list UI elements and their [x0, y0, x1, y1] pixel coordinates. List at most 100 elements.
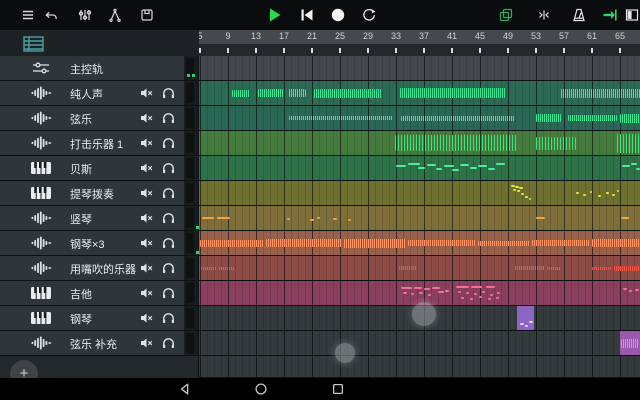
top-toolbar — [0, 0, 640, 30]
waveform-segment[interactable] — [620, 114, 640, 123]
waveform-segment[interactable] — [592, 239, 640, 247]
mute-icon[interactable] — [140, 287, 153, 299]
mute-icon[interactable] — [140, 187, 153, 199]
waveform-segment[interactable] — [614, 266, 640, 271]
mute-icon[interactable] — [140, 312, 153, 324]
waveform-segment[interactable] — [617, 134, 640, 153]
loop-icon[interactable] — [361, 7, 377, 23]
timeline-row[interactable] — [199, 181, 640, 205]
mixer-icon[interactable] — [77, 7, 93, 23]
undo-icon[interactable] — [43, 7, 59, 23]
timeline-row[interactable] — [199, 106, 640, 130]
mute-icon[interactable] — [140, 87, 153, 99]
copy-icon[interactable] — [498, 7, 514, 23]
headphones-icon[interactable] — [162, 187, 175, 199]
home-icon[interactable] — [254, 382, 268, 396]
mute-icon[interactable] — [140, 337, 153, 349]
metronome-icon[interactable] — [571, 7, 587, 23]
waveform-segment[interactable] — [532, 240, 590, 246]
mute-icon[interactable] — [140, 137, 153, 149]
headphones-icon[interactable] — [162, 87, 175, 99]
timeline-row[interactable] — [199, 156, 640, 180]
headphones-icon[interactable] — [162, 287, 175, 299]
waveform-segment[interactable] — [568, 115, 617, 121]
headphones-icon[interactable] — [162, 112, 175, 124]
timeline-row[interactable] — [199, 131, 640, 155]
recents-icon[interactable] — [331, 382, 345, 396]
follow-playhead-icon[interactable] — [602, 7, 618, 23]
ruler-label: 57 — [559, 31, 569, 41]
track-row[interactable]: 贝斯 — [0, 156, 198, 180]
waveform-segment[interactable] — [395, 135, 517, 151]
track-row[interactable]: 弦乐 — [0, 106, 198, 130]
mute-icon[interactable] — [140, 162, 153, 174]
snap-icon[interactable] — [536, 7, 552, 23]
headphones-icon[interactable] — [162, 262, 175, 274]
timeline-row[interactable] — [199, 206, 640, 230]
save-icon[interactable] — [139, 7, 155, 23]
waveform-segment[interactable] — [536, 137, 576, 150]
waveform-segment[interactable] — [200, 240, 264, 247]
track-row[interactable]: 钢琴×3 — [0, 231, 198, 255]
timeline-row[interactable] — [199, 256, 640, 280]
track-row[interactable]: 提琴拨奏 — [0, 181, 198, 205]
waveform-segment[interactable] — [314, 89, 382, 98]
waveform-segment[interactable] — [536, 114, 561, 122]
headphones-icon[interactable] — [162, 162, 175, 174]
track-row[interactable]: 竖琴 — [0, 206, 198, 230]
track-row[interactable]: 纯人声 — [0, 81, 198, 105]
headphones-icon[interactable] — [162, 337, 175, 349]
back-icon[interactable] — [178, 382, 192, 396]
waveform-segment[interactable] — [266, 239, 342, 247]
timeline-row[interactable] — [199, 281, 640, 305]
waveform-segment[interactable] — [219, 267, 235, 270]
headphones-icon[interactable] — [162, 312, 175, 324]
waveform-segment[interactable] — [201, 267, 217, 270]
waveform-segment[interactable] — [258, 89, 283, 97]
timeline-row-master[interactable] — [199, 56, 640, 80]
timeline-row[interactable] — [199, 81, 640, 105]
track-row[interactable]: 弦乐 补充 — [0, 331, 198, 355]
play-icon[interactable] — [267, 7, 283, 23]
timeline-row-empty[interactable] — [199, 356, 640, 377]
spread-tool-icon[interactable] — [107, 7, 123, 23]
timeline-row[interactable] — [199, 231, 640, 255]
waveform-segment[interactable] — [621, 339, 639, 348]
menu-icon[interactable] — [20, 7, 36, 23]
waveform-segment[interactable] — [399, 266, 416, 270]
waveform-segment[interactable] — [289, 89, 306, 97]
track-row[interactable]: 吉他 — [0, 281, 198, 305]
waveform-segment[interactable] — [408, 240, 476, 246]
timeline-row[interactable] — [199, 331, 640, 355]
waveform-segment[interactable] — [344, 239, 406, 248]
waveform-segment[interactable] — [547, 267, 561, 270]
track-row[interactable]: 打击乐器 1 — [0, 131, 198, 155]
skip-to-start-icon[interactable] — [299, 7, 315, 23]
headphones-icon[interactable] — [162, 237, 175, 249]
track-row-master[interactable]: 主控轨 — [0, 56, 198, 80]
waveform-segment[interactable] — [289, 116, 393, 120]
waveform-segment[interactable] — [478, 241, 530, 246]
track-row[interactable]: 用嘴吹的乐器 — [0, 256, 198, 280]
mute-icon[interactable] — [140, 237, 153, 249]
waveform-segment[interactable] — [515, 266, 545, 270]
record-icon[interactable] — [330, 7, 346, 23]
waveform-segment[interactable] — [400, 88, 506, 98]
waveform-segment[interactable] — [232, 90, 250, 97]
mute-icon[interactable] — [140, 112, 153, 124]
side-panel-icon[interactable] — [624, 7, 640, 23]
midi-note — [202, 217, 214, 219]
mute-icon[interactable] — [140, 262, 153, 274]
timeline-ruler[interactable]: 5 9 13 17 21 25 29 33 37 41 45 49 53 57 … — [199, 30, 640, 44]
mute-icon[interactable] — [140, 212, 153, 224]
waveform-segment[interactable] — [592, 267, 612, 270]
headphones-icon[interactable] — [162, 212, 175, 224]
midi-note — [401, 287, 412, 289]
midi-note — [217, 217, 230, 219]
headphones-icon[interactable] — [162, 137, 175, 149]
track-row[interactable]: 钢琴 — [0, 306, 198, 330]
waveform-segment[interactable] — [401, 116, 515, 121]
ruler-tick-strip — [199, 44, 640, 56]
tracks-view-icon[interactable] — [23, 36, 45, 52]
waveform-segment[interactable] — [561, 89, 640, 98]
